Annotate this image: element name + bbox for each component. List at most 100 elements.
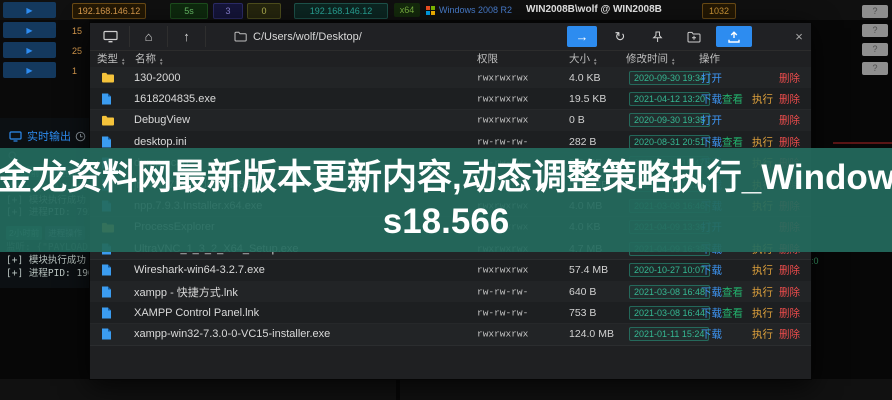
column-name[interactable]: 名称▲▼ [135, 51, 163, 66]
action-open[interactable]: 打开 [701, 70, 722, 85]
banner-line-1: 金龙资料网最新版本更新内容,动态调整策略执行_Window [0, 156, 892, 200]
action-delete[interactable]: 删除 [779, 305, 800, 320]
execute-row-button[interactable]: ▶ [3, 22, 56, 38]
file-icon [101, 306, 112, 319]
pin-icon [652, 31, 663, 43]
action-view[interactable]: 查看 [722, 91, 743, 106]
action-view[interactable]: 查看 [722, 284, 743, 299]
file-name: xampp - 快捷方式.lnk [134, 284, 238, 300]
file-mtime-badge: 2021-03-08 16:44 [629, 306, 710, 320]
action-download[interactable]: 下载 [701, 284, 722, 299]
action-execute[interactable]: 执行 [752, 263, 773, 278]
new-folder-button[interactable] [679, 26, 709, 47]
help-button[interactable]: ? [862, 62, 888, 75]
action-delete[interactable]: 删除 [779, 113, 800, 128]
file-permissions: rwxrwxrwx [477, 265, 528, 276]
action-view[interactable]: 查看 [722, 305, 743, 320]
action-delete[interactable]: 删除 [779, 284, 800, 299]
windows-logo-icon [426, 6, 435, 15]
file-name: 1618204835.exe [134, 93, 216, 105]
upload-icon [727, 31, 741, 43]
column-size[interactable]: 大小▲▼ [569, 51, 597, 66]
action-execute[interactable]: 执行 [752, 305, 773, 320]
screen: :0 192.168.146.12 5s 3 0 192.168.146.12 … [0, 0, 892, 400]
column-type[interactable]: 类型▲▼ [97, 51, 125, 66]
path-text: C/Users/wolf/Desktop/ [253, 31, 362, 43]
file-row: xampp-win32-7.3.0-0-VC15-installer.exerw… [90, 324, 811, 346]
go-button[interactable]: → [567, 26, 597, 47]
file-name: DebugView [134, 114, 190, 126]
folder-icon [101, 71, 115, 84]
file-row: Wireshark-win64-3.2.7.exerwxrwxrwx57.4 M… [90, 260, 811, 282]
sort-icon: ▲▼ [159, 58, 163, 66]
arch-badge: x64 [394, 3, 420, 17]
up-directory-button[interactable]: ↑ [168, 26, 206, 47]
file-permissions: rwxrwxrwx [477, 93, 528, 104]
file-row: 1618204835.exerwxrwxrwx19.5 KB2021-04-12… [90, 88, 811, 110]
up-arrow-icon: ↑ [183, 29, 190, 44]
action-delete[interactable]: 删除 [779, 263, 800, 278]
file-permissions: rw-rw-rw- [477, 286, 528, 297]
action-execute[interactable]: 执行 [752, 327, 773, 342]
file-icon [101, 328, 112, 341]
action-execute[interactable]: 执行 [752, 91, 773, 106]
tab-realtime-output[interactable]: 实时输出 [9, 128, 71, 144]
action-download[interactable]: 下载 [701, 134, 722, 149]
file-icon [101, 285, 112, 298]
action-execute[interactable]: 执行 [752, 284, 773, 299]
file-size: 0 B [569, 114, 585, 126]
action-execute[interactable]: 执行 [752, 134, 773, 149]
file-mtime-badge: 2020-08-31 20:51 [629, 135, 710, 149]
action-download[interactable]: 下载 [701, 305, 722, 320]
execute-row-button[interactable]: ▶ [3, 42, 56, 58]
sort-icon: ▲▼ [121, 58, 125, 66]
file-row: XAMPP Control Panel.lnkrw-rw-rw-753 B202… [90, 302, 811, 324]
refresh-button[interactable]: ↻ [605, 26, 635, 47]
execute-row-button[interactable]: ▶ [3, 2, 56, 18]
lan-ip-badge: 192.168.146.12 [294, 3, 388, 19]
pin-button[interactable] [642, 26, 672, 47]
upload-button[interactable] [716, 26, 752, 47]
stray-text: :0 [811, 256, 819, 266]
os-badge: Windows 2008 R2 [426, 3, 522, 17]
action-open[interactable]: 打开 [701, 113, 722, 128]
file-permissions: rwxrwxrwx [477, 329, 528, 340]
action-view[interactable]: 查看 [722, 134, 743, 149]
file-mtime-badge: 2021-04-12 13:20 [629, 92, 710, 106]
close-button[interactable]: × [784, 26, 814, 47]
action-delete[interactable]: 删除 [779, 91, 800, 106]
arrow-right-icon: → [576, 29, 589, 44]
action-delete[interactable]: 删除 [779, 70, 800, 85]
home-button[interactable]: ⌂ [130, 26, 168, 47]
file-size: 4.0 KB [569, 72, 601, 84]
bottom-panel-right [400, 379, 892, 400]
background-divider [833, 142, 892, 144]
user-host-label: WIN2008B\wolf @ WIN2008B [526, 3, 698, 17]
action-delete[interactable]: 删除 [779, 327, 800, 342]
help-button[interactable]: ? [862, 43, 888, 56]
column-mtime[interactable]: 修改时间▲▼ [626, 51, 675, 66]
file-mtime-badge: 2020-09-30 19:35 [629, 113, 710, 127]
file-row: xampp - 快捷方式.lnkrw-rw-rw-640 B2021-03-08… [90, 281, 811, 303]
file-permissions: rw-rw-rw- [477, 136, 528, 147]
clock-icon[interactable] [75, 129, 86, 147]
action-download[interactable]: 下载 [701, 327, 722, 342]
path-input[interactable]: C/Users/wolf/Desktop/ [230, 27, 560, 46]
execute-row-button[interactable]: ▶ [3, 62, 56, 78]
remote-screen-button[interactable] [92, 26, 130, 47]
action-download[interactable]: 下载 [701, 263, 722, 278]
wan-ip-badge: 192.168.146.12 [72, 3, 146, 19]
sort-icon: ▲▼ [671, 58, 675, 66]
help-button[interactable]: ? [862, 24, 888, 37]
column-perm: 权限 [477, 51, 498, 66]
file-permissions: rwxrwxrwx [477, 72, 528, 83]
help-button[interactable]: ? [862, 5, 888, 18]
file-name: XAMPP Control Panel.lnk [134, 307, 259, 319]
action-download[interactable]: 下载 [701, 91, 722, 106]
partial-ip-text: 25 [72, 44, 88, 58]
file-row: DebugViewrwxrwxrwx0 B2020-09-30 19:35打开删… [90, 110, 811, 132]
action-delete[interactable]: 删除 [779, 134, 800, 149]
uptime-badge: 5s [170, 3, 208, 19]
file-name: Wireshark-win64-3.2.7.exe [134, 264, 265, 276]
file-icon [101, 264, 112, 277]
